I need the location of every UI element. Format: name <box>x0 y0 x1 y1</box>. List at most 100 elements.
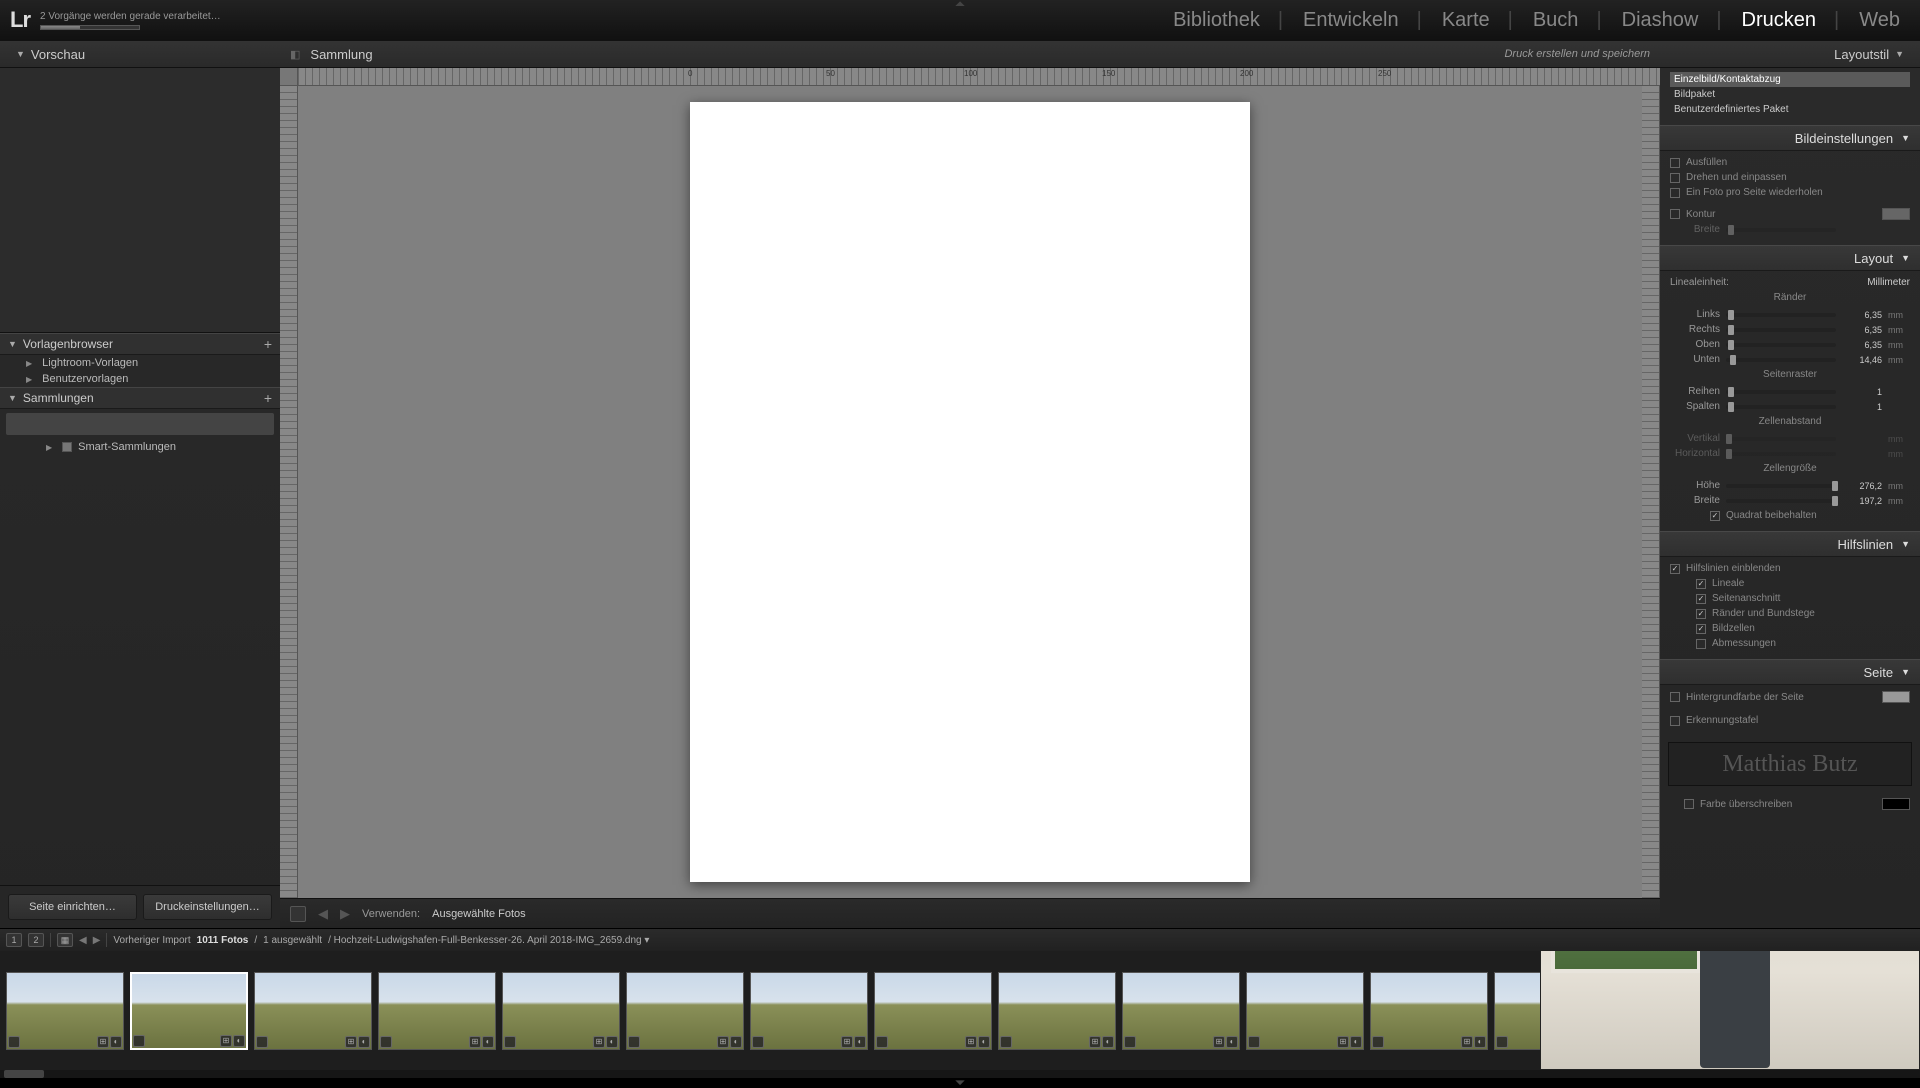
kontur-swatch[interactable] <box>1882 208 1910 220</box>
farbe-ueber-checkbox[interactable] <box>1684 799 1694 809</box>
slider[interactable] <box>1726 358 1836 362</box>
bildeinstellungen-header[interactable]: Bildeinstellungen▼ <box>1660 125 1920 151</box>
source-label[interactable]: Vorheriger Import <box>113 935 190 946</box>
bildeinstellungen-title: Bildeinstellungen <box>1795 131 1893 146</box>
guide-checkbox[interactable]: ✓ <box>1696 579 1706 589</box>
print-page[interactable] <box>690 102 1250 882</box>
slider[interactable] <box>1726 405 1836 409</box>
slider-value[interactable]: 14,46 <box>1842 355 1882 365</box>
main-monitor-button[interactable]: 1 <box>6 933 22 947</box>
add-collection-icon[interactable]: + <box>264 390 272 406</box>
module-karte[interactable]: Karte <box>1432 9 1523 32</box>
prev-page-icon[interactable]: ◀ <box>318 906 328 922</box>
erkennung-checkbox[interactable] <box>1670 716 1680 726</box>
module-bibliothek[interactable]: Bibliothek <box>1163 9 1293 32</box>
nav-back-icon[interactable]: ◀ <box>79 935 87 946</box>
farbe-ueber-swatch[interactable] <box>1882 798 1910 810</box>
filmstrip-scrollbar[interactable] <box>0 1070 1920 1078</box>
hilfslinien-header[interactable]: Hilfslinien▼ <box>1660 531 1920 557</box>
thumbnail[interactable]: ⊞◐ <box>6 972 124 1050</box>
identity-plate-preview[interactable]: Matthias Butz <box>1668 742 1912 786</box>
show-guides-checkbox[interactable]: ✓ <box>1670 564 1680 574</box>
smart-collections-item[interactable]: ▶ Smart-Sammlungen <box>0 439 280 455</box>
slider[interactable] <box>1726 452 1836 456</box>
slider[interactable] <box>1726 313 1836 317</box>
checkbox[interactable] <box>1670 188 1680 198</box>
layout-style-option[interactable]: Bildpaket <box>1670 87 1910 102</box>
thumb-badge-icon <box>752 1036 764 1048</box>
create-saved-print-button[interactable]: Druck erstellen und speichern <box>1504 48 1650 60</box>
second-monitor-button[interactable]: 2 <box>28 933 44 947</box>
vorlagenbrowser-header[interactable]: ▼ Vorlagenbrowser + <box>0 333 280 355</box>
checkbox[interactable] <box>1670 158 1680 168</box>
current-photo-path[interactable]: / Hochzeit-Ludwigshafen-Full-Benkesser-2… <box>328 935 649 946</box>
thumbnail[interactable]: ⊞◐ <box>378 972 496 1050</box>
slider[interactable] <box>1726 343 1836 347</box>
sammlungen-header[interactable]: ▼ Sammlungen + <box>0 387 280 409</box>
module-entwickeln[interactable]: Entwickeln <box>1293 9 1432 32</box>
thumbnail[interactable]: ⊞◐ <box>1122 972 1240 1050</box>
module-diashow[interactable]: Diashow <box>1612 9 1732 32</box>
template-folder[interactable]: ▶Benutzervorlagen <box>0 371 280 387</box>
kontur-checkbox[interactable] <box>1670 209 1680 219</box>
layout-style-option[interactable]: Benutzerdefiniertes Paket <box>1670 102 1910 117</box>
thumbnail[interactable]: ⊞◐ <box>130 972 248 1050</box>
thumbnail[interactable]: ⊞◐ <box>254 972 372 1050</box>
layoutstil-title: Layoutstil <box>1834 47 1889 62</box>
slider-value[interactable]: 276,2 <box>1842 481 1882 491</box>
layout-header[interactable]: Layout▼ <box>1660 245 1920 271</box>
bgcolor-swatch[interactable] <box>1882 691 1910 703</box>
guide-checkbox[interactable] <box>1696 639 1706 649</box>
guide-checkbox[interactable]: ✓ <box>1696 624 1706 634</box>
canvas[interactable] <box>298 86 1642 898</box>
slider[interactable] <box>1726 437 1836 441</box>
template-preview <box>0 68 280 333</box>
thumbnail[interactable]: ⊞◐ <box>502 972 620 1050</box>
nav-fwd-icon[interactable]: ▶ <box>93 935 101 946</box>
thumbnail-strip[interactable]: ⊞◐⊞◐⊞◐⊞◐⊞◐⊞◐⊞◐⊞◐⊞◐⊞◐⊞◐⊞◐⊞◐⊞◐⊞◐⊞◐ <box>0 951 1920 1070</box>
slider-value[interactable]: 6,35 <box>1842 310 1882 320</box>
seite-header[interactable]: Seite▼ <box>1660 659 1920 685</box>
grid-view-icon[interactable]: ▦ <box>57 933 73 947</box>
slider-value[interactable]: 197,2 <box>1842 496 1882 506</box>
webcam-overlay <box>1540 951 1920 1070</box>
slider[interactable] <box>1726 390 1836 394</box>
add-template-icon[interactable]: + <box>264 336 272 352</box>
checkbox[interactable] <box>1670 173 1680 183</box>
quadrat-checkbox[interactable]: ✓ <box>1710 511 1720 521</box>
center-toolbar: ◀ ▶ Verwenden: Ausgewählte Fotos <box>280 898 1660 928</box>
stop-icon[interactable] <box>290 906 306 922</box>
kontur-slider[interactable] <box>1726 228 1836 232</box>
thumb-badge-icon <box>876 1036 888 1048</box>
module-buch[interactable]: Buch <box>1523 9 1612 32</box>
thumbnail[interactable]: ⊞◐ <box>750 972 868 1050</box>
slider-value[interactable]: 6,35 <box>1842 325 1882 335</box>
thumbnail[interactable]: ⊞◐ <box>998 972 1116 1050</box>
guide-checkbox[interactable]: ✓ <box>1696 609 1706 619</box>
preview-header[interactable]: ▼ Vorschau <box>0 40 280 68</box>
use-value[interactable]: Ausgewählte Fotos <box>432 908 526 920</box>
template-folder[interactable]: ▶Lightroom-Vorlagen <box>0 355 280 371</box>
slider[interactable] <box>1726 499 1836 503</box>
guide-checkbox[interactable]: ✓ <box>1696 594 1706 604</box>
linealeinheit-value[interactable]: Millimeter <box>1867 277 1910 288</box>
layout-style-option[interactable]: Einzelbild/Kontaktabzug <box>1670 72 1910 87</box>
thumbnail[interactable]: ⊞◐ <box>1370 972 1488 1050</box>
thumbnail[interactable]: ⊞◐ <box>1246 972 1364 1050</box>
slider-value[interactable]: 1 <box>1842 402 1882 412</box>
thumbnail[interactable]: ⊞◐ <box>874 972 992 1050</box>
layoutstil-header[interactable]: Layoutstil ▼ <box>1660 40 1920 68</box>
slider-value[interactable]: 1 <box>1842 387 1882 397</box>
page-setup-button[interactable]: Seite einrichten… <box>8 894 137 920</box>
slider[interactable] <box>1726 328 1836 332</box>
top-panel-handle[interactable] <box>940 0 980 8</box>
slider-value[interactable]: 6,35 <box>1842 340 1882 350</box>
collection-filter[interactable] <box>6 413 274 435</box>
module-drucken[interactable]: Drucken <box>1732 9 1850 32</box>
print-settings-button[interactable]: Druckeinstellungen… <box>143 894 272 920</box>
module-web[interactable]: Web <box>1849 9 1910 32</box>
next-page-icon[interactable]: ▶ <box>340 906 350 922</box>
bgcolor-checkbox[interactable] <box>1670 692 1680 702</box>
thumbnail[interactable]: ⊞◐ <box>626 972 744 1050</box>
slider[interactable] <box>1726 484 1836 488</box>
